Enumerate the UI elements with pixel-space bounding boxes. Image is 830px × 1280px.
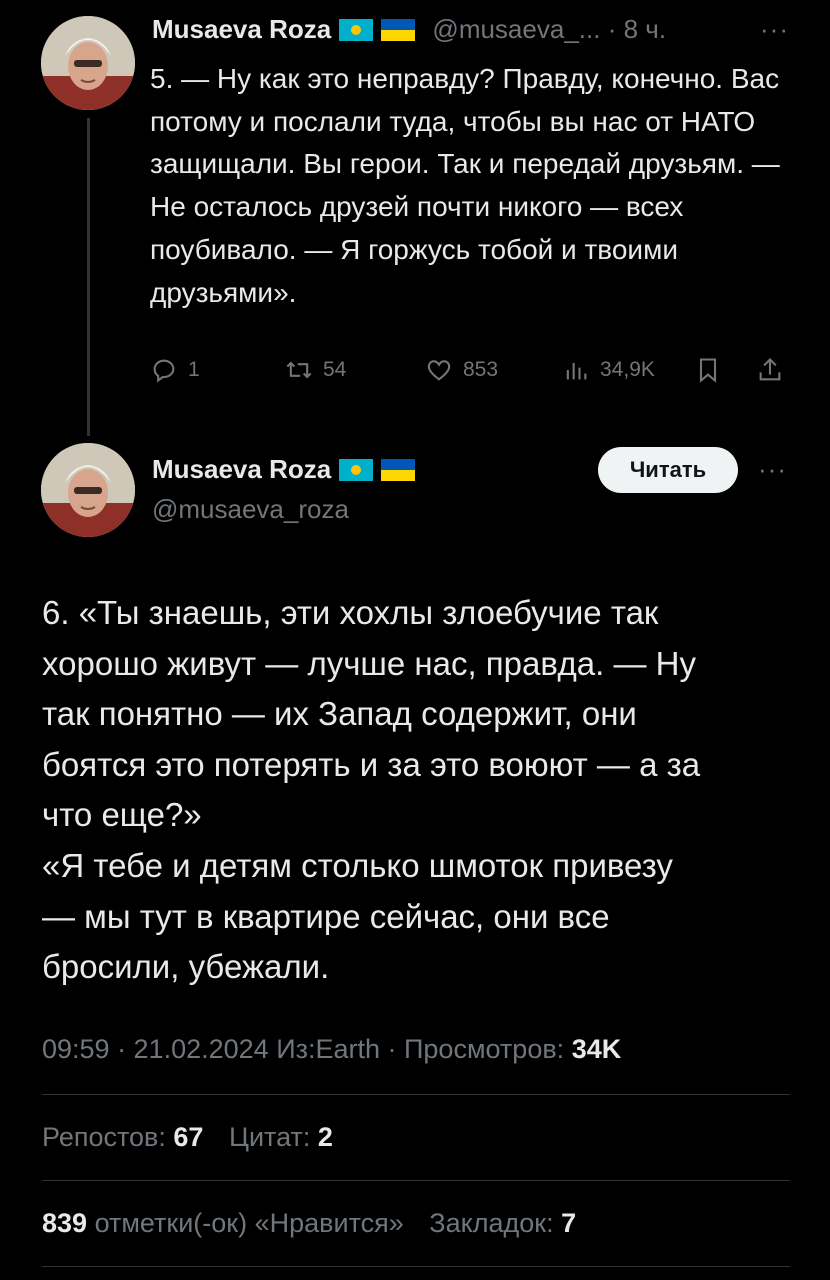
quotes-label: Цитат: [228, 1122, 318, 1152]
tweet-header: Musaeva Roza @musaeva_... · 8 ч. [152, 14, 666, 45]
ukraine-flag-icon [381, 19, 416, 41]
share-icon [759, 358, 781, 381]
views-icon [566, 363, 587, 380]
tweet-actions: 1 54 853 34,9K [150, 356, 800, 396]
like-button[interactable]: 853 [425, 356, 498, 384]
heart-icon [427, 360, 451, 381]
tweet-text-line: боятся это потерять и за это воюют — а з… [42, 745, 701, 783]
reposts-stat[interactable]: Репостов: 67 [42, 1122, 203, 1152]
bookmark-button[interactable] [694, 356, 722, 384]
divider [42, 1180, 790, 1181]
avatar-photo [41, 443, 135, 537]
timestamp[interactable]: 09:59 · 21.02.2024 Из:Earth · Просмотров… [42, 1034, 572, 1064]
likes-count: 839 [42, 1208, 88, 1238]
reposts-label: Репостов: [42, 1122, 174, 1152]
tweet-text-line: 6. «Ты знаешь, эти хохлы злоебучие так [42, 594, 659, 631]
avatar[interactable] [41, 443, 135, 537]
reply-button[interactable]: 1 [150, 356, 200, 384]
avatar-photo [41, 16, 135, 110]
share-button[interactable] [756, 356, 784, 384]
avatar[interactable] [41, 16, 135, 110]
bookmarks-count: 7 [561, 1208, 577, 1238]
more-options-icon[interactable]: ··· [760, 14, 789, 45]
views-count: 34,9K [600, 358, 655, 381]
like-count: 853 [463, 358, 499, 381]
divider [42, 1266, 790, 1267]
ukraine-flag-icon [381, 459, 416, 481]
tweet-text: 6. «Ты знаешь, эти хохлы злоебучие так х… [42, 588, 802, 993]
views-total: 34K [571, 1034, 622, 1064]
tweet-text-line: что еще?» [42, 796, 202, 834]
kazakhstan-flag-icon [339, 19, 374, 41]
separator: · [607, 14, 617, 44]
tweet-text-line: так понятно — их Запад содержит, они [42, 695, 637, 733]
likes-label: отметки(-ок) «Нравится» [87, 1208, 404, 1238]
likes-stat[interactable]: 839 отметки(-ок) «Нравится» [42, 1208, 404, 1238]
repost-count: 54 [323, 358, 347, 381]
quotes-count: 2 [317, 1122, 333, 1152]
bookmark-icon [699, 358, 717, 383]
tweet-text-line: бросили, убежали. [42, 948, 330, 986]
author-name[interactable]: Musaeva Roza [152, 454, 331, 484]
tweet-text-line: «Я тебе и детям столько шмоток привезу [42, 846, 673, 884]
tweet-stats-likes: 839 отметки(-ок) «Нравится» Закладок: 7 [42, 1208, 576, 1239]
author-name[interactable]: Musaeva Roza [152, 14, 331, 44]
tweet-text-line: — мы тут в квартире сейчас, они все [42, 897, 610, 935]
author-handle[interactable]: @musaeva_... [432, 14, 600, 44]
views-button[interactable]: 34,9K [562, 356, 655, 384]
author-name-row: Musaeva Roza [152, 454, 416, 485]
quotes-stat[interactable]: Цитат: 2 [229, 1122, 333, 1152]
tweet-stats-reposts: Репостов: 67 Цитат: 2 [42, 1122, 333, 1153]
thread-connector-line [87, 118, 90, 436]
more-options-icon[interactable]: ··· [758, 454, 787, 485]
follow-read-button[interactable]: Читать [598, 447, 738, 493]
bookmarks-label: Закладок: [429, 1208, 562, 1238]
divider [42, 1094, 790, 1095]
tweet-text: 5. — Ну как это неправду? Правду, конечн… [150, 63, 780, 308]
author-handle[interactable]: @musaeva_roza [152, 494, 349, 525]
tweet-text-line: хорошо живут — лучше нас, правда. — Ну [42, 644, 696, 682]
repost-button[interactable]: 54 [285, 356, 346, 384]
tweet-time[interactable]: 8 ч. [624, 14, 666, 44]
bookmarks-stat[interactable]: Закладок: 7 [429, 1208, 576, 1238]
reply-count: 1 [188, 358, 200, 381]
tweet-meta: 09:59 · 21.02.2024 Из:Earth · Просмотров… [42, 1034, 621, 1065]
repost-icon [286, 361, 312, 379]
reposts-count: 67 [173, 1122, 204, 1152]
kazakhstan-flag-icon [339, 459, 374, 481]
reply-icon [153, 359, 175, 383]
